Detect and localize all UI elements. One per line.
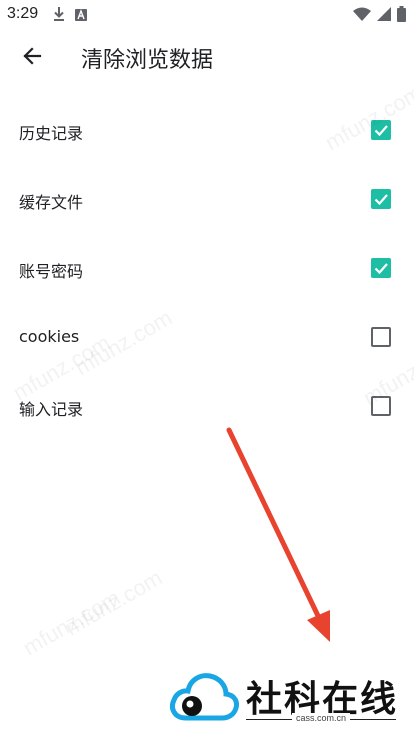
annotation-arrow xyxy=(226,427,330,642)
cloud-eye-logo-icon xyxy=(170,673,239,721)
brand-domain: cass.com.cn xyxy=(292,713,351,723)
brand-logo-block: 社科在线 cass.com.cn xyxy=(168,668,408,728)
